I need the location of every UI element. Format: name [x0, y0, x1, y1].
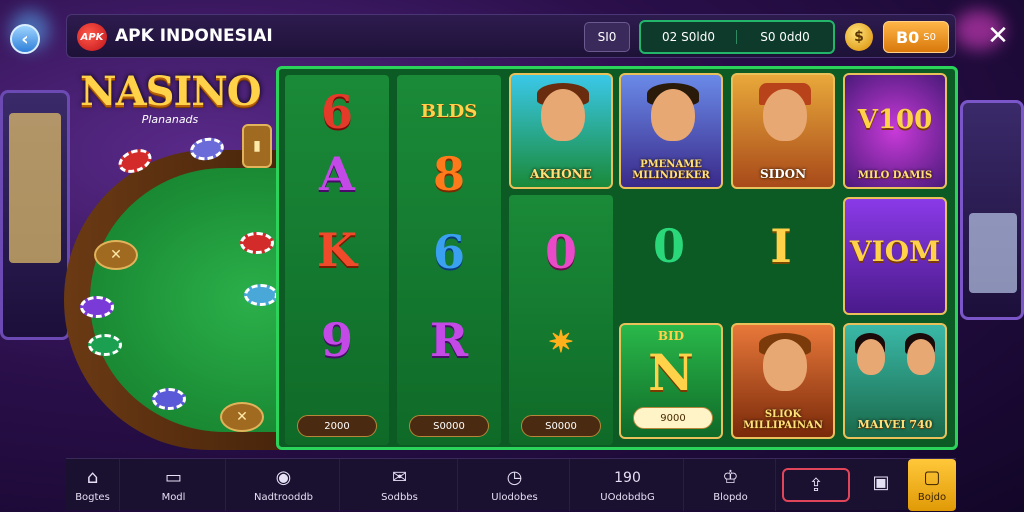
game-tile[interactable]: MAIVEI 740: [843, 323, 947, 439]
nav-trophy[interactable]: ♔ Blopdo: [686, 459, 776, 511]
clock-icon: ◷: [506, 466, 523, 488]
nav-spin[interactable]: ◉ Nadtrooddb: [228, 459, 340, 511]
game-tile[interactable]: PMENAME MILINDEKER: [619, 73, 723, 189]
reel-symbol: 6: [320, 85, 353, 139]
star-icon: ✷: [548, 325, 574, 360]
nav-gift[interactable]: ▣: [856, 459, 906, 511]
balance-left: 02 S0ld0: [641, 30, 737, 44]
game-tile[interactable]: VIOM: [843, 197, 947, 315]
reel-symbol: 6: [432, 225, 465, 279]
spin-icon: ◉: [275, 466, 292, 488]
coin-icon[interactable]: $: [845, 23, 873, 51]
reel-symbol: R: [429, 313, 469, 367]
seat-marker: ✕: [220, 402, 264, 432]
game-grid: 6 A K 9 2000 BLDS 8 6 R S0000 0 ✷ S0000 …: [276, 66, 958, 450]
game-tile[interactable]: AKHONE: [509, 73, 613, 189]
game-tile[interactable]: SLIOK MILLIPAINAN: [731, 323, 835, 439]
game-tile-label: VIOM: [849, 235, 941, 268]
background-slot-machine-left: [0, 90, 70, 340]
seat-marker: ✕: [94, 240, 138, 270]
share-icon: ⇪: [782, 468, 850, 502]
reel-symbol: 0: [544, 225, 577, 279]
profile-icon: ▢: [923, 466, 941, 488]
background-slot-machine-right: [960, 100, 1024, 320]
game-tile-label: V100: [857, 105, 933, 135]
home-icon: ⌂: [86, 466, 99, 488]
back-button[interactable]: ‹: [10, 24, 40, 54]
chip-icon: [244, 284, 278, 306]
close-button[interactable]: ✕: [984, 21, 1012, 51]
deposit-button[interactable]: B0 S0: [883, 21, 949, 53]
app-logo: APK: [77, 23, 107, 51]
game-tile-pill: 9000: [633, 407, 713, 429]
trophy-icon: ♔: [722, 466, 739, 488]
chip-icon: [80, 296, 114, 318]
brand-name: NASINO: [80, 68, 262, 115]
chevron-left-icon: ‹: [21, 28, 29, 50]
reel-symbol: 8: [432, 147, 465, 201]
reel-bet-pill[interactable]: S0000: [521, 415, 601, 437]
reel-bet-pill[interactable]: 2000: [297, 415, 377, 437]
game-tile[interactable]: BID N 9000: [619, 323, 723, 439]
game-tile[interactable]: SIDON: [731, 73, 835, 189]
header-button[interactable]: SI0: [584, 22, 630, 52]
game-tile-label: AKHONE: [530, 167, 592, 181]
reel-symbol: K: [317, 223, 357, 277]
balance-display: 02 S0ld0 S0 0dd0: [639, 20, 835, 54]
gift-icon: ▣: [872, 472, 890, 493]
game-tile-label: SIDON: [759, 167, 807, 181]
chip-icon: [88, 334, 122, 356]
nav-mail[interactable]: ✉ Sodbbs: [342, 459, 458, 511]
game-tile-label: N: [648, 343, 694, 402]
game-tile-badge: BID: [657, 329, 685, 343]
game-tile-label: PMENAME MILINDEKER: [632, 159, 710, 181]
bag-icon: ▭: [164, 466, 182, 488]
reel-symbol: I: [770, 219, 792, 273]
reel-symbol: A: [319, 147, 355, 201]
mail-icon: ✉: [391, 466, 408, 488]
balance-right: S0 0dd0: [760, 30, 810, 44]
nav-stats[interactable]: 190 UOdobdbG: [572, 459, 684, 511]
reel-3: 0 ✷ S0000: [509, 195, 613, 445]
brand-logo: NASINO Plananads: [80, 68, 262, 126]
reel-1: 6 A K 9 2000: [285, 75, 389, 445]
nav-bag[interactable]: ▭ Modl: [122, 459, 226, 511]
app-title: APK INDONESIAI: [115, 26, 273, 46]
nav-profile[interactable]: ▢ Bojdo: [908, 459, 956, 511]
chip-icon: [240, 232, 274, 254]
card-deck-icon: ▮: [242, 124, 272, 168]
close-icon: ✕: [987, 21, 1009, 51]
bottom-nav: ⌂ Bogtes ▭ Modl ◉ Nadtrooddb ✉ Sodbbs ◷ …: [66, 458, 956, 511]
game-tile[interactable]: V100 MILO DAMIS: [843, 73, 947, 189]
nav-share[interactable]: ⇪: [778, 459, 854, 511]
game-tile-label: SLIOK MILLIPAINAN: [743, 409, 823, 431]
reel-symbol: 9: [320, 313, 353, 367]
reel-bet-pill[interactable]: S0000: [409, 415, 489, 437]
nav-home[interactable]: ⌂ Bogtes: [66, 459, 120, 511]
nav-clock[interactable]: ◷ Ulodobes: [460, 459, 570, 511]
game-tile-caption: MILO DAMIS: [857, 170, 933, 181]
reel-symbol: 0: [652, 219, 685, 273]
chip-icon: [152, 388, 186, 410]
game-tile-label: MAIVEI 740: [857, 418, 933, 431]
reel-badge: BLDS: [420, 101, 478, 122]
reel-2: BLDS 8 6 R S0000: [397, 75, 501, 445]
top-bar: APK APK INDONESIAI SI0 02 S0ld0 S0 0dd0 …: [66, 14, 956, 58]
